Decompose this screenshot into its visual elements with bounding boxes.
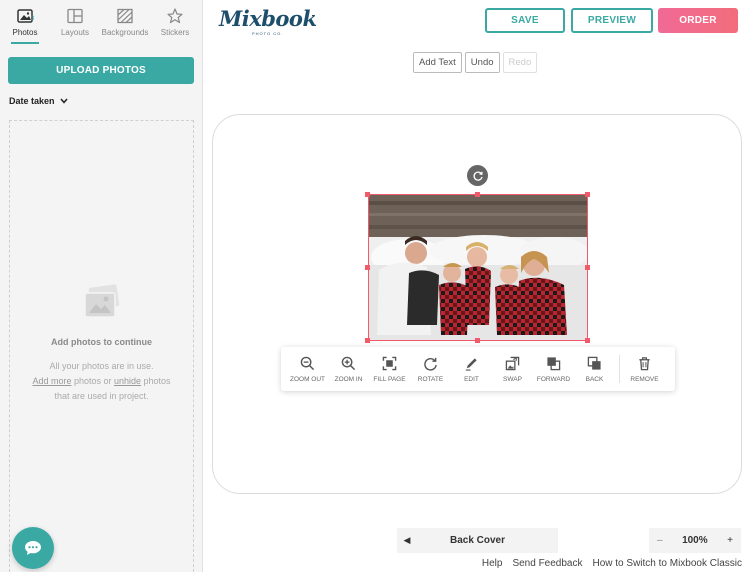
rotate-tool[interactable]: ROTATE (410, 347, 451, 391)
zoom-in-label: ZOOM IN (334, 375, 363, 383)
left-sidebar: Photos Layouts Backgrounds Stickers 3 UP (0, 0, 203, 572)
empty-state-line-3: that are used in project. (54, 391, 149, 401)
tab-layouts-label: Layouts (60, 28, 90, 37)
order-button[interactable]: ORDER (658, 8, 738, 33)
forward-tool[interactable]: FORWARD (533, 347, 574, 391)
resize-handle-tl[interactable] (365, 192, 370, 197)
chat-button[interactable] (12, 527, 54, 569)
help-link[interactable]: Help (482, 558, 503, 569)
zoom-out-icon (300, 356, 315, 370)
switch-classic-link[interactable]: How to Switch to Mixbook Classic (593, 558, 743, 569)
tab-photos[interactable]: Photos (0, 0, 50, 46)
resize-handle-ml[interactable] (365, 265, 370, 270)
redo-button[interactable]: Redo (502, 52, 538, 73)
chevron-down-icon (59, 98, 68, 104)
upload-photos-button[interactable]: UPLOAD PHOTOS (8, 57, 194, 84)
zoom-in-tool[interactable]: ZOOM IN (328, 347, 369, 391)
resize-handle-bc[interactable] (475, 338, 480, 343)
rotate-handle[interactable] (467, 165, 488, 186)
stickers-icon (167, 8, 183, 24)
tab-photos-label: Photos (12, 28, 38, 37)
zoom-in-icon (341, 356, 356, 370)
empty-state-message: All your photos are in use. Add more pho… (18, 359, 185, 404)
page-navigator: ◀ Back Cover (397, 528, 558, 553)
layouts-icon (67, 8, 83, 24)
fill-page-label: FILL PAGE (373, 375, 406, 383)
logo-subtitle: PHOTO CO. (252, 31, 284, 36)
edit-tool[interactable]: EDIT (451, 347, 492, 391)
tab-backgrounds[interactable]: Backgrounds (100, 0, 150, 46)
resize-handle-bl[interactable] (365, 338, 370, 343)
remove-tool[interactable]: REMOVE (624, 347, 665, 391)
photo-toolbar: ZOOM OUT ZOOM IN FILL PAGE ROTATE EDIT S… (281, 347, 675, 391)
footer-links: Help Send Feedback How to Switch to Mixb… (482, 558, 742, 569)
trash-icon (639, 356, 650, 370)
swap-label: SWAP (503, 375, 522, 383)
empty-state-line-2: Add more photos or unhide photos (18, 374, 185, 389)
zoom-control: – 100% + (649, 528, 741, 553)
empty-state-title: Add photos to continue (51, 337, 152, 347)
zoom-level: 100% (682, 535, 708, 546)
family-photo-image (369, 195, 587, 340)
empty-photos-icon (84, 284, 120, 318)
sort-dropdown[interactable]: Date taken (9, 96, 68, 106)
logo-wordmark: Mixbook (219, 6, 317, 31)
sort-label: Date taken (9, 96, 55, 106)
send-backward-icon (587, 356, 601, 370)
remove-label: REMOVE (630, 375, 659, 383)
forward-label: FORWARD (536, 375, 571, 383)
zoom-minus-button[interactable]: – (657, 535, 663, 546)
resize-handle-tr[interactable] (585, 192, 590, 197)
fill-page-tool[interactable]: FILL PAGE (369, 347, 410, 391)
top-bar: Mixbook PHOTO CO. SAVE PREVIEW ORDER (203, 0, 750, 42)
active-tab-indicator (11, 42, 39, 44)
rotate-icon (473, 171, 483, 181)
preview-button[interactable]: PREVIEW (571, 8, 653, 33)
back-label: BACK (585, 375, 604, 383)
add-more-link[interactable]: Add more (32, 376, 71, 386)
save-button[interactable]: SAVE (485, 8, 565, 33)
send-feedback-link[interactable]: Send Feedback (512, 558, 582, 569)
chat-icon (25, 541, 41, 555)
edit-actions: Add Text Undo Redo (413, 52, 538, 73)
empty-state-tail: photos (141, 376, 171, 386)
resize-handle-mr[interactable] (585, 265, 590, 270)
resize-handle-tc[interactable] (475, 192, 480, 197)
sidebar-tabs: Photos Layouts Backgrounds Stickers (0, 0, 203, 46)
tab-stickers[interactable]: Stickers (150, 0, 200, 46)
fill-page-icon (382, 356, 397, 370)
add-text-button[interactable]: Add Text (413, 52, 462, 73)
swap-tool[interactable]: SWAP (492, 347, 533, 391)
tab-backgrounds-label: Backgrounds (101, 28, 149, 37)
bring-forward-icon (547, 356, 561, 370)
back-tool[interactable]: BACK (574, 347, 615, 391)
selected-photo[interactable] (368, 194, 588, 341)
zoom-out-label: ZOOM OUT (289, 375, 326, 383)
edit-label: EDIT (464, 375, 479, 383)
rotate-icon (424, 357, 437, 371)
zoom-out-tool[interactable]: ZOOM OUT (287, 347, 328, 391)
mixbook-logo[interactable]: Mixbook PHOTO CO. (219, 6, 317, 36)
previous-page-arrow-icon[interactable]: ◀ (397, 535, 417, 546)
unhide-link[interactable]: unhide (114, 376, 141, 386)
swap-icon (505, 356, 520, 370)
undo-button[interactable]: Undo (464, 52, 500, 73)
empty-state-middle: photos or (71, 376, 114, 386)
tab-stickers-label: Stickers (160, 28, 190, 37)
backgrounds-icon (117, 8, 133, 24)
empty-state-line-1: All your photos are in use. (49, 361, 154, 371)
toolbar-divider (619, 355, 620, 383)
current-page-label[interactable]: Back Cover (417, 535, 558, 546)
photo-drop-zone[interactable]: Add photos to continue All your photos a… (9, 120, 194, 572)
zoom-plus-button[interactable]: + (727, 535, 733, 546)
edit-icon (465, 357, 477, 371)
rotate-label: ROTATE (417, 375, 444, 383)
tab-layouts[interactable]: Layouts (50, 0, 100, 46)
photos-count-badge: 3 (31, 16, 35, 22)
resize-handle-br[interactable] (585, 338, 590, 343)
